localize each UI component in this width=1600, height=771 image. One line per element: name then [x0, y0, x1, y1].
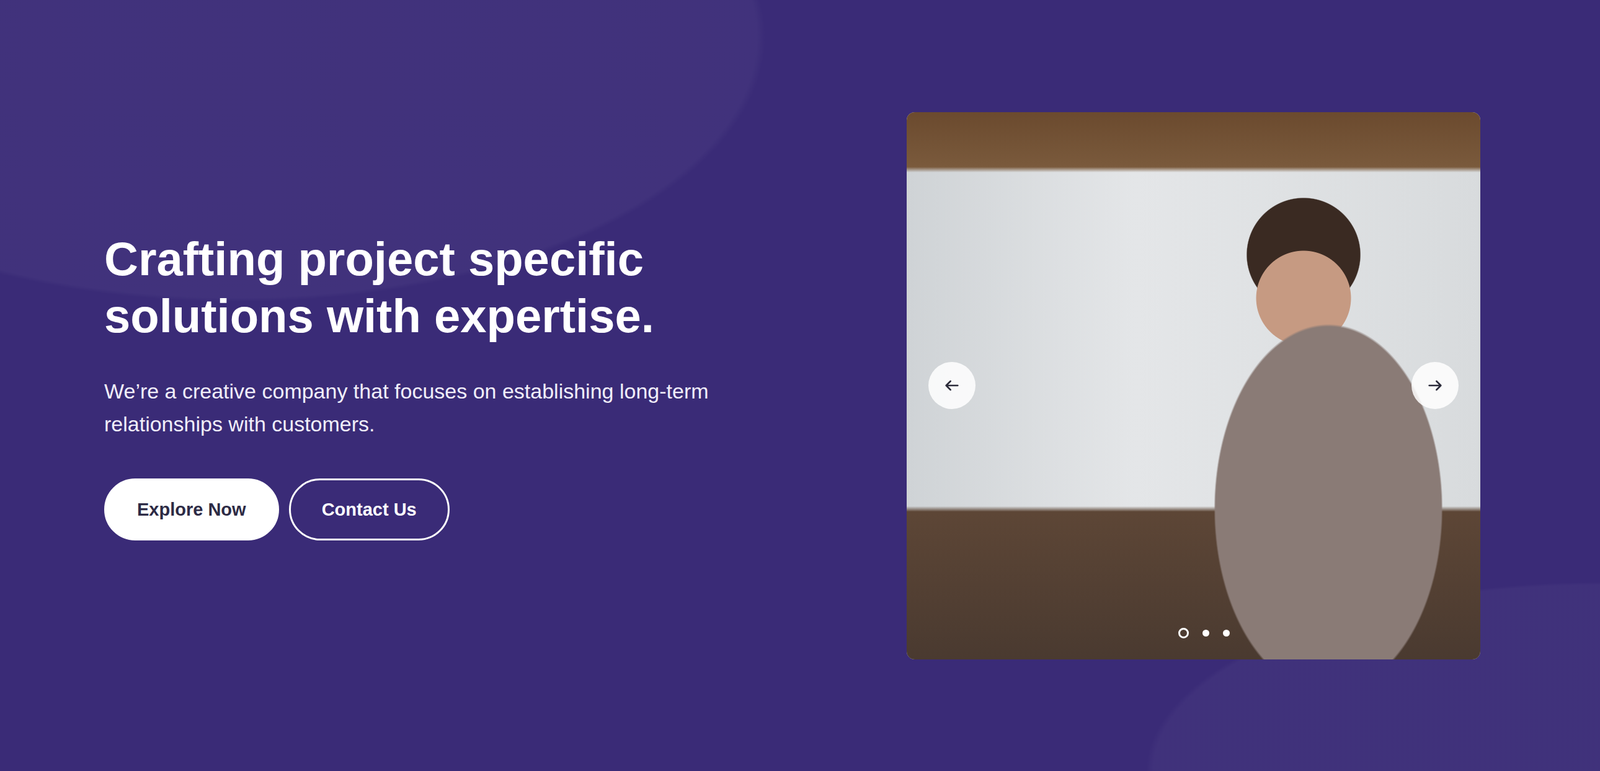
arrow-right-icon	[1426, 377, 1444, 395]
carousel-dot[interactable]	[1202, 630, 1210, 637]
arrow-left-icon	[943, 377, 961, 395]
hero-section: Crafting project specific solutions with…	[0, 0, 1600, 771]
carousel-photo	[906, 112, 1481, 660]
image-carousel	[906, 112, 1481, 660]
hero-text: Crafting project specific solutions with…	[104, 230, 818, 542]
contact-button[interactable]: Contact Us	[288, 478, 450, 541]
carousel-dot[interactable]	[1222, 630, 1230, 637]
hero-description: We’re a creative company that focuses on…	[104, 375, 712, 441]
explore-button[interactable]: Explore Now	[104, 478, 280, 541]
hero-buttons: Explore NowContact Us	[104, 478, 818, 541]
hero-heading: Crafting project specific solutions with…	[104, 230, 818, 346]
previous-button[interactable]	[928, 362, 976, 410]
carousel-indicators	[906, 628, 1481, 639]
carousel-dot[interactable]	[1178, 628, 1189, 639]
next-button[interactable]	[1411, 362, 1459, 410]
